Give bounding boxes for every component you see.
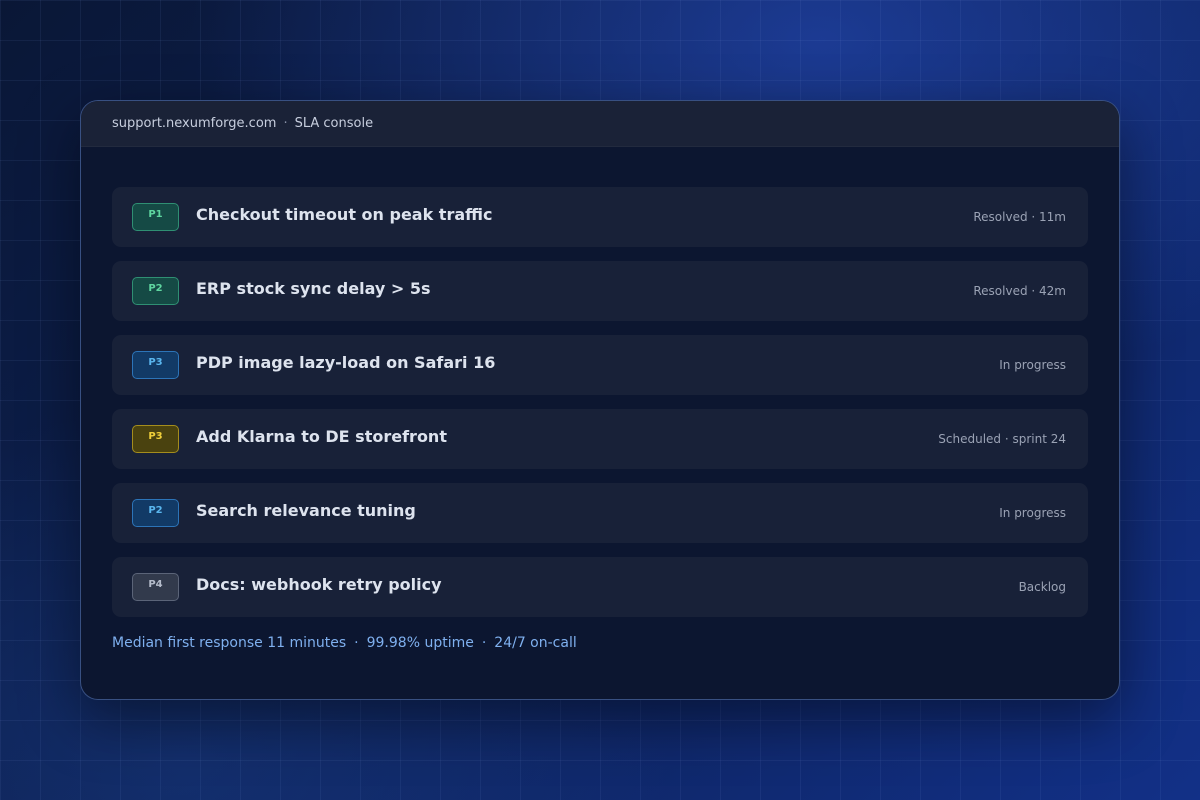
priority-badge: P3 [132, 351, 179, 379]
ticket-row[interactable]: P2 ERP stock sync delay > 5s Resolved · … [112, 261, 1088, 321]
ticket-title: Docs: webhook retry policy [196, 574, 442, 594]
ticket-row[interactable]: P4 Docs: webhook retry policy Backlog [112, 557, 1088, 617]
ticket-title: Add Klarna to DE storefront [196, 426, 447, 446]
priority-badge: P2 [132, 499, 179, 527]
ticket-title: ERP stock sync delay > 5s [196, 278, 431, 298]
footer-separator: · [354, 635, 359, 651]
sla-summary: Median first response 11 minutes · 99.98… [81, 631, 1119, 651]
page-title: SLA console [294, 116, 374, 131]
uptime-stat: 99.98% uptime [366, 635, 474, 651]
ticket-title: PDP image lazy-load on Safari 16 [196, 352, 496, 372]
ticket-status: Scheduled · sprint 24 [938, 432, 1066, 446]
ticket-status: Resolved · 42m [973, 284, 1066, 298]
sla-console-window: support.nexumforge.com · SLA console P1 … [80, 100, 1120, 700]
ticket-status: Backlog [1018, 580, 1066, 594]
ticket-status: In progress [999, 358, 1066, 372]
ticket-row[interactable]: P3 PDP image lazy-load on Safari 16 In p… [112, 335, 1088, 395]
ticket-row[interactable]: P2 Search relevance tuning In progress [112, 483, 1088, 543]
ticket-status: Resolved · 11m [973, 210, 1066, 224]
priority-badge: P1 [132, 203, 179, 231]
on-call-stat: 24/7 on-call [494, 635, 577, 651]
ticket-list: P1 Checkout timeout on peak traffic Reso… [81, 147, 1119, 617]
title-separator: · [283, 116, 288, 131]
ticket-title: Search relevance tuning [196, 500, 416, 520]
priority-badge: P4 [132, 573, 179, 601]
site-domain: support.nexumforge.com [112, 116, 277, 131]
priority-badge: P2 [132, 277, 179, 305]
footer-separator: · [481, 635, 487, 651]
median-response-stat: Median first response 11 minutes [112, 635, 347, 651]
title-bar: support.nexumforge.com · SLA console [81, 101, 1119, 147]
ticket-status: In progress [999, 506, 1066, 520]
ticket-row[interactable]: P1 Checkout timeout on peak traffic Reso… [112, 187, 1088, 247]
ticket-row[interactable]: P3 Add Klarna to DE storefront Scheduled… [112, 409, 1088, 469]
priority-badge: P3 [132, 425, 179, 453]
ticket-title: Checkout timeout on peak traffic [196, 204, 493, 224]
